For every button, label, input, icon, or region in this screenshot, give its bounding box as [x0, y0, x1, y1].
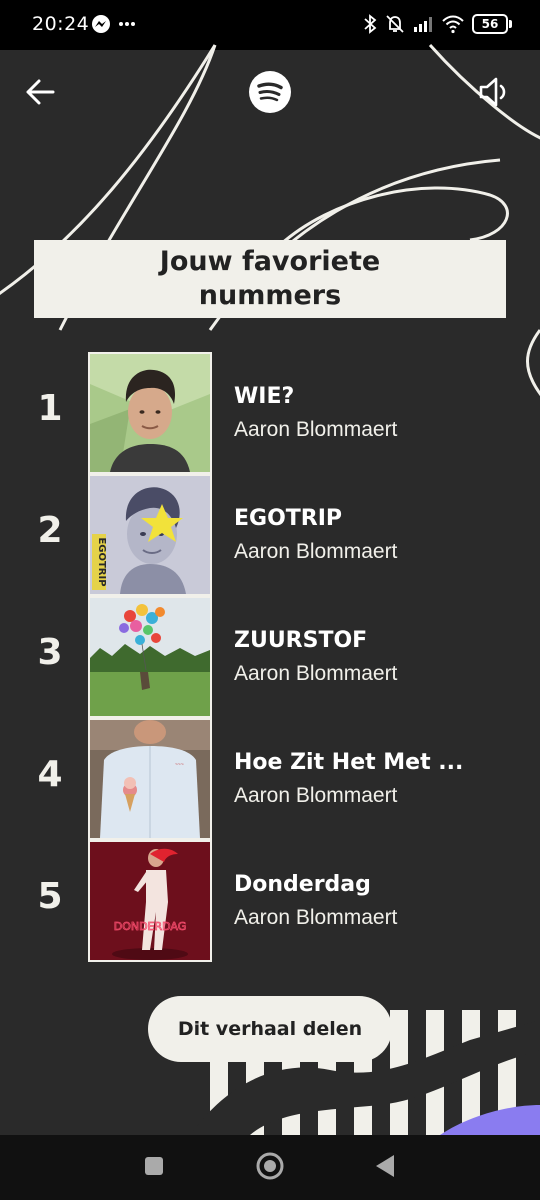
- track-title: Donderdag: [234, 872, 371, 897]
- album-cover-4: ~~~: [88, 718, 212, 840]
- album-cover-2: EGOTRIP: [88, 474, 212, 596]
- status-time: 20:24: [32, 13, 90, 35]
- track-rank: 2: [37, 510, 63, 551]
- track-artist: Aaron Blommaert: [234, 784, 398, 807]
- track-title: EGOTRIP: [234, 506, 343, 531]
- spotify-logo-icon: [249, 71, 291, 113]
- track-rank: 4: [37, 754, 63, 795]
- more-dots-icon: [119, 22, 135, 26]
- track-title: Hoe Zit Het Met ...: [234, 750, 464, 775]
- system-nav-bar: [0, 1135, 540, 1200]
- track-row-4: 4 ~~~ Hoe Zit Het Met ... Aaron Blommaer…: [0, 718, 540, 840]
- share-button-label: Dit verhaal delen: [177, 1018, 363, 1040]
- cover-donderdag-text: DONDERDAG: [114, 920, 187, 933]
- title-card: Jouw favoriete nummers: [34, 240, 506, 318]
- battery-icon: 56: [472, 14, 508, 34]
- speaker-icon[interactable]: [478, 76, 512, 108]
- bluetooth-icon: [364, 14, 377, 34]
- track-row-3: 3 ZUURSTOF Aaron Blommaert: [0, 596, 540, 718]
- cover-egotrip-text: EGOTRIP: [96, 537, 107, 586]
- messenger-icon: [92, 15, 110, 33]
- track-rank: 5: [37, 876, 63, 917]
- track-artist: Aaron Blommaert: [234, 418, 398, 441]
- track-artist: Aaron Blommaert: [234, 662, 398, 685]
- track-row-5: 5 DONDERDAG Donderdag Aaron Blommaert: [0, 840, 540, 962]
- album-cover-1: [88, 352, 212, 474]
- album-cover-3: [88, 596, 212, 718]
- album-cover-5: DONDERDAG: [88, 840, 212, 962]
- svg-text:~~~: ~~~: [175, 762, 184, 768]
- circle-home-icon[interactable]: [255, 1151, 285, 1181]
- battery-level: 56: [481, 17, 499, 31]
- wifi-icon: [442, 15, 464, 34]
- track-artist: Aaron Blommaert: [234, 540, 398, 563]
- track-rank: 3: [37, 632, 63, 673]
- track-row-1: 1 WIE? Aaron Blommaert: [0, 352, 540, 474]
- status-bar: 20:24 56: [0, 0, 540, 50]
- track-title: ZUURSTOF: [234, 628, 368, 653]
- share-story-button[interactable]: Dit verhaal delen: [148, 996, 392, 1062]
- triangle-back-icon[interactable]: [374, 1153, 396, 1179]
- page-title: Jouw favoriete nummers: [105, 245, 435, 313]
- story-screen: 20:24 56 Jouw favoriete nummers 1 WIE? A…: [0, 0, 540, 1200]
- track-artist: Aaron Blommaert: [234, 906, 398, 929]
- track-title: WIE?: [234, 384, 295, 409]
- track-row-2: 2 EGOTRIP EGOTRIP Aaron Blommaert: [0, 474, 540, 596]
- signal-icon: [414, 17, 432, 32]
- bell-muted-icon: [386, 15, 404, 33]
- back-arrow-icon[interactable]: [24, 76, 56, 108]
- square-recents-icon[interactable]: [143, 1155, 165, 1177]
- track-rank: 1: [37, 388, 63, 429]
- title-line-2: nummers: [198, 280, 342, 311]
- battery-tip: [509, 20, 512, 28]
- title-line-1: Jouw favoriete: [159, 246, 381, 277]
